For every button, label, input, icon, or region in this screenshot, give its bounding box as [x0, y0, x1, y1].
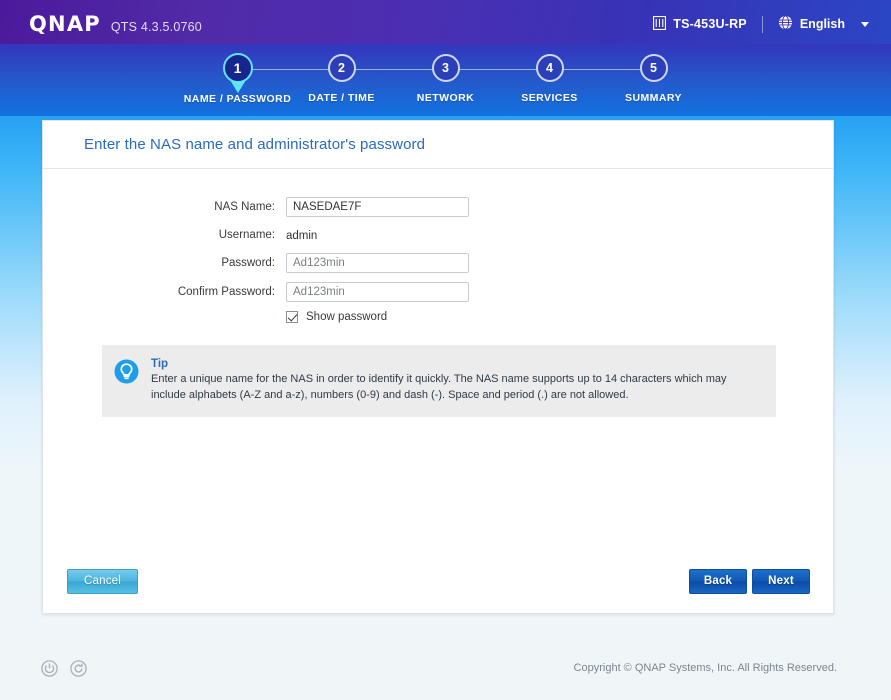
- chevron-down-icon: [861, 21, 869, 27]
- back-button[interactable]: Back: [689, 568, 747, 594]
- password-label: Password:: [221, 257, 275, 269]
- brand-block: QNAP QTS 4.3.5.0760: [29, 11, 202, 36]
- step-label: DATE / TIME: [308, 92, 375, 104]
- password-input[interactable]: [286, 253, 469, 273]
- tip-panel: Tip Enter a unique name for the NAS in o…: [102, 345, 776, 418]
- top-bar-right: TS-453U-RP English: [653, 15, 869, 33]
- nas-name-input[interactable]: [286, 197, 469, 217]
- power-icon[interactable]: [41, 659, 58, 677]
- form-row-show-password: Show password: [43, 311, 833, 323]
- card-body: NAS Name: Username: admin Password: Conf…: [43, 169, 833, 613]
- stepper-step-services[interactable]: 4 SERVICES: [498, 54, 602, 112]
- stepper-step-name-password[interactable]: 1 NAME / PASSWORD: [183, 53, 292, 112]
- step-number-bubble: 4: [535, 54, 564, 82]
- tip-heading: Tip: [151, 358, 169, 370]
- card-title-bar: Enter the NAS name and administrator's p…: [43, 121, 833, 169]
- nas-name-label: NAS Name:: [214, 201, 275, 213]
- confirm-password-input[interactable]: [286, 282, 469, 302]
- cancel-button[interactable]: Cancel: [67, 568, 138, 594]
- next-button[interactable]: Next: [752, 568, 810, 594]
- show-password-checkbox[interactable]: [286, 311, 298, 323]
- setup-stepper: 1 NAME / PASSWORD 2 DATE / TIME 3 NETWOR…: [0, 53, 891, 112]
- stepper-steps: 1 NAME / PASSWORD 2 DATE / TIME 3 NETWOR…: [183, 53, 706, 112]
- nas-model-indicator: TS-453U-RP: [653, 15, 747, 33]
- form-row-nas-name: NAS Name:: [43, 197, 833, 217]
- step-number-bubble: 5: [639, 54, 668, 82]
- footer-system-actions: [41, 659, 87, 677]
- wizard-nav-buttons: Back Next: [689, 568, 810, 594]
- lightbulb-icon: [114, 359, 139, 384]
- step-label: NAME / PASSWORD: [183, 93, 292, 105]
- step-number-bubble: 3: [431, 54, 460, 82]
- step-number-bubble: 2: [327, 54, 356, 82]
- language-label: English: [799, 17, 845, 31]
- nas-tower-icon: [653, 15, 667, 33]
- nas-setup-form: NAS Name: Username: admin Password: Conf…: [43, 169, 833, 323]
- stepper-step-network[interactable]: 3 NETWORK: [394, 54, 498, 112]
- tip-body-text: Enter a unique name for the NAS in order…: [151, 373, 727, 401]
- show-password-label: Show password: [306, 311, 388, 323]
- form-row-confirm-password: Confirm Password:: [43, 282, 833, 302]
- stepper-step-summary[interactable]: 5 SUMMARY: [602, 54, 706, 112]
- qnap-logo: QNAP: [29, 11, 101, 36]
- top-bar-divider: [761, 15, 763, 33]
- step-label: NETWORK: [416, 92, 475, 104]
- username-label: Username:: [218, 229, 275, 241]
- copyright-text: Copyright © QNAP Systems, Inc. All Right…: [573, 662, 837, 674]
- page-title: Enter the NAS name and administrator's p…: [84, 136, 426, 153]
- stepper-step-date-time[interactable]: 2 DATE / TIME: [290, 54, 394, 112]
- username-value: admin: [286, 230, 318, 242]
- restart-icon[interactable]: [70, 659, 87, 677]
- step-label: SUMMARY: [624, 92, 682, 104]
- form-row-username: Username: admin: [43, 226, 833, 244]
- step-number-bubble: 1: [222, 53, 253, 83]
- nas-model-label: TS-453U-RP: [673, 17, 747, 31]
- top-bar: QNAP QTS 4.3.5.0760 TS-453U-RP English: [0, 0, 891, 48]
- card-action-bar: Cancel Back Next: [43, 549, 833, 613]
- qts-version-label: QTS 4.3.5.0760: [110, 19, 202, 34]
- globe-icon: [778, 15, 793, 33]
- form-row-password: Password:: [43, 253, 833, 273]
- language-selector[interactable]: English: [778, 15, 869, 33]
- page-footer: Copyright © QNAP Systems, Inc. All Right…: [0, 642, 891, 700]
- confirm-password-label: Confirm Password:: [177, 286, 275, 298]
- step-label: SERVICES: [521, 92, 578, 104]
- setup-wizard-card: Enter the NAS name and administrator's p…: [42, 120, 834, 614]
